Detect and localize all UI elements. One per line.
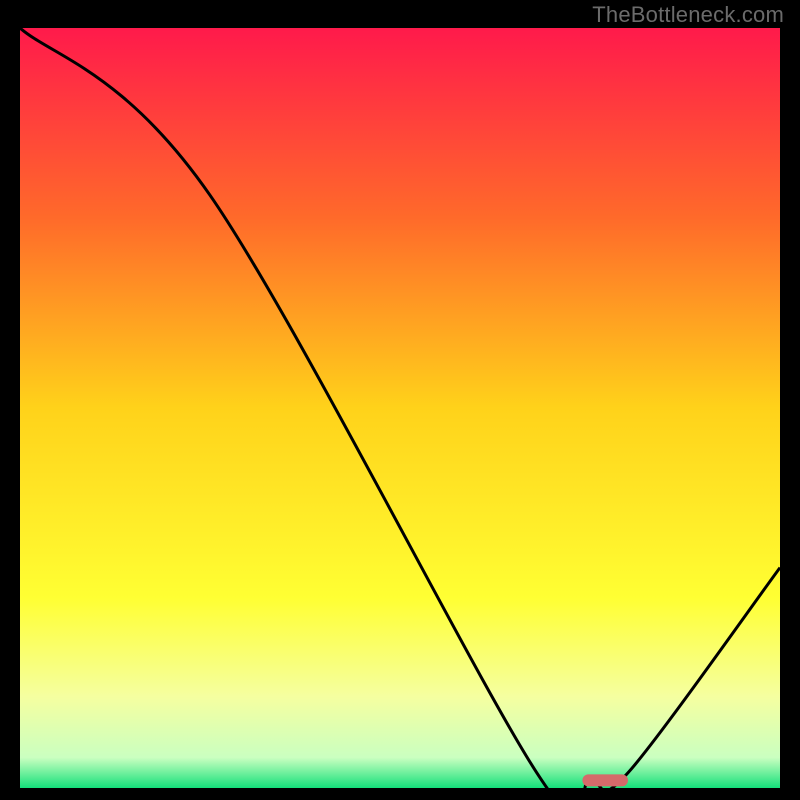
bottleneck-chart bbox=[20, 28, 780, 788]
optimal-marker bbox=[582, 774, 628, 786]
chart-frame: TheBottleneck.com bbox=[0, 0, 800, 800]
watermark-text: TheBottleneck.com bbox=[592, 2, 784, 28]
plot-area bbox=[20, 28, 780, 788]
gradient-background bbox=[20, 28, 780, 788]
